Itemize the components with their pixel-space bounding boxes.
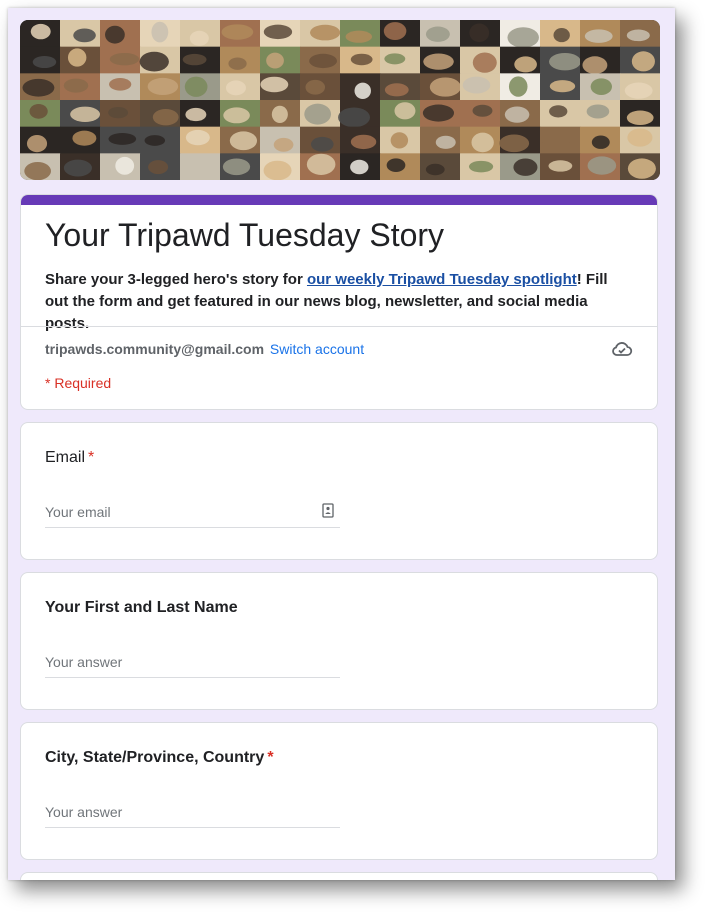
- name-field-container: [45, 651, 340, 678]
- spotlight-link[interactable]: our weekly Tripawd Tuesday spotlight: [307, 271, 577, 288]
- banner-image: [20, 20, 660, 180]
- form-window: Your Tripawd Tuesday Story Share your 3-…: [8, 8, 675, 880]
- question-card-name: Your First and Last Name: [20, 572, 658, 710]
- question-label-email: Email *: [45, 449, 94, 467]
- header-divider: [21, 326, 657, 327]
- question-label-location: City, State/Province, Country *: [45, 749, 274, 767]
- question-text: Your First and Last Name: [45, 599, 238, 616]
- switch-account-link[interactable]: Switch account: [270, 341, 364, 357]
- accent-stripe: [21, 195, 657, 205]
- question-card-location: City, State/Province, Country *: [20, 722, 658, 860]
- contact-card-icon: [322, 503, 334, 518]
- location-field-container: [45, 801, 340, 828]
- email-input[interactable]: [45, 501, 305, 523]
- question-card-email: Email *: [20, 422, 658, 560]
- account-email: tripawds.community@gmail.com: [45, 341, 265, 357]
- question-label-name: Your First and Last Name: [45, 599, 241, 617]
- form-title: Your Tripawd Tuesday Story: [45, 217, 445, 253]
- required-asterisk: *: [88, 449, 95, 466]
- dog-collage-image: [20, 20, 660, 180]
- name-input[interactable]: [45, 651, 305, 673]
- required-note: * Required: [45, 375, 112, 391]
- location-input[interactable]: [45, 801, 305, 823]
- next-question-card: [20, 872, 658, 880]
- account-row: tripawds.community@gmail.com Switch acco…: [45, 341, 364, 357]
- description-text: Share your 3-legged hero's story for: [45, 271, 307, 288]
- form-header-card: Your Tripawd Tuesday Story Share your 3-…: [20, 194, 658, 410]
- question-text: Email: [45, 449, 86, 466]
- email-field-container: [45, 501, 340, 528]
- cloud-saved-icon[interactable]: [611, 341, 633, 359]
- question-text: City, State/Province, Country: [45, 749, 265, 766]
- required-asterisk: *: [267, 749, 274, 766]
